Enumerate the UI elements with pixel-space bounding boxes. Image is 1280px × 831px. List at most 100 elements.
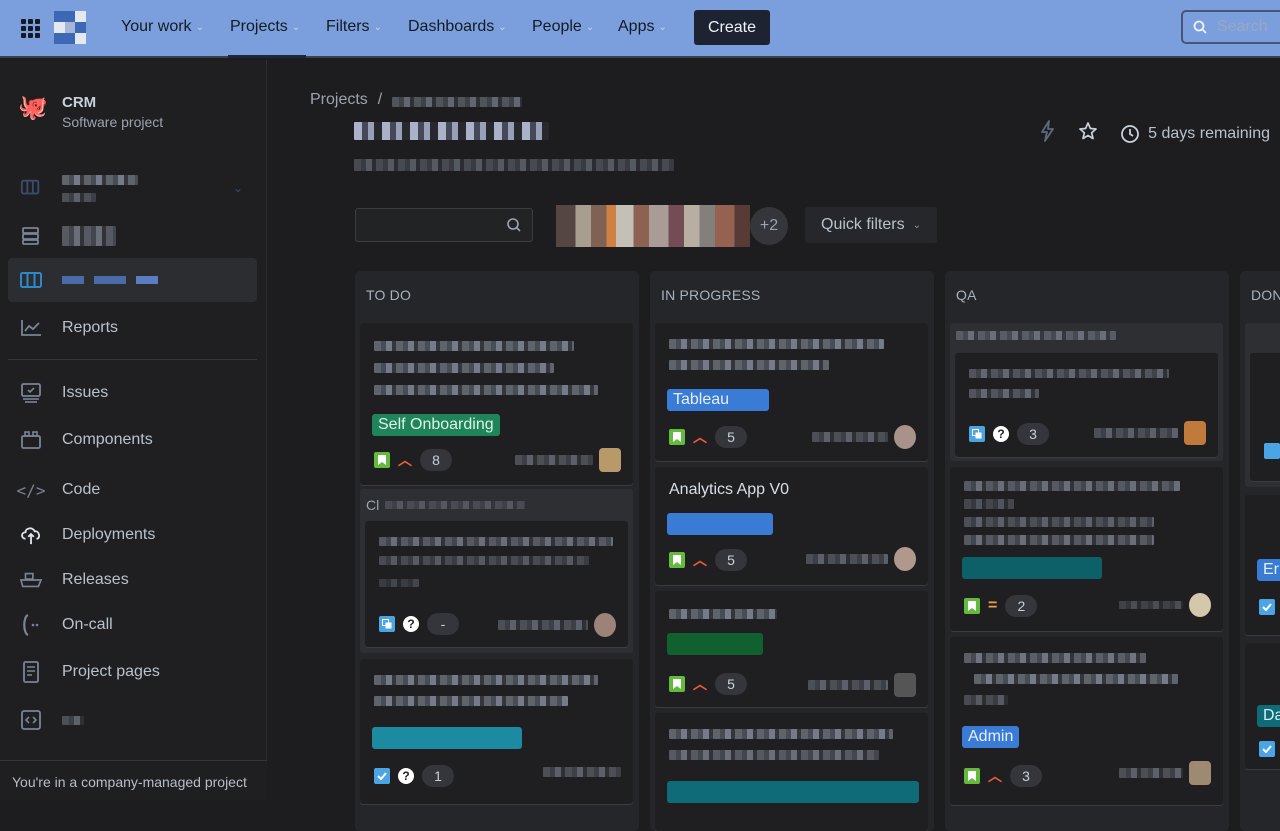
sidebar-item-components[interactable]: Components <box>8 418 257 462</box>
assignee-avatar[interactable] <box>599 448 621 472</box>
card-meta <box>1119 761 1211 785</box>
breadcrumb: Projects / <box>310 91 523 109</box>
nav-filters[interactable]: Filters ⌄ <box>326 18 382 36</box>
issue-card[interactable]: = 2 <box>950 467 1223 631</box>
assignee-avatar[interactable] <box>894 547 916 571</box>
subtask-card[interactable] <box>1250 353 1280 481</box>
issue-card[interactable]: Analytics App V0 ︿ 5 <box>655 467 928 585</box>
parent-issue-title[interactable]: Cl <box>366 497 526 513</box>
issue-card[interactable]: Self Onboarding ︿ 8 <box>360 323 633 485</box>
nav-your-work[interactable]: Your work ⌄ <box>121 18 204 36</box>
question-status-icon: ? <box>398 768 414 784</box>
issue-card[interactable]: Admin ︿ 3 <box>950 637 1223 805</box>
issue-card[interactable]: ? 1 <box>360 659 633 804</box>
active-board-label-redacted <box>62 276 158 284</box>
project-avatar: 🐙 <box>18 94 48 121</box>
more-assignees-button[interactable]: +2 <box>750 207 788 245</box>
sidebar-label: Deployments <box>62 526 156 543</box>
breadcrumb-projects[interactable]: Projects <box>310 91 368 109</box>
sidebar-item-on-call[interactable]: On-call <box>8 603 257 647</box>
assignee-avatar[interactable] <box>594 613 616 637</box>
create-button[interactable]: Create <box>694 10 770 45</box>
assignee-avatar[interactable] <box>1184 421 1206 445</box>
column-in-progress: IN PROGRESS Tableau ︿ 5 Analytics App V0… <box>650 271 934 831</box>
nav-people[interactable]: People ⌄ <box>532 18 594 36</box>
story-icon <box>374 452 390 468</box>
label-redacted[interactable] <box>667 513 773 535</box>
sidebar-item-active-board[interactable] <box>8 258 257 302</box>
site-logo[interactable] <box>54 11 86 44</box>
quick-filters-button[interactable]: Quick filters ⌄ <box>805 207 937 243</box>
top-navigation: Your work ⌄ Projects ⌄ Filters ⌄ Dashboards… <box>0 0 1280 58</box>
label-redacted[interactable] <box>962 557 1102 579</box>
card-summary-redacted <box>964 653 1178 705</box>
project-type-notice[interactable]: You're in a company-managed project <box>0 760 267 800</box>
project-header[interactable]: 🐙 CRM Software project <box>18 94 163 130</box>
project-type: Software project <box>62 114 164 130</box>
nav-dashboards[interactable]: Dashboards ⌄ <box>408 18 507 36</box>
assignee-avatar[interactable] <box>1189 761 1211 785</box>
story-icon <box>669 552 685 568</box>
sidebar-item-reports[interactable]: Reports <box>8 306 257 350</box>
nav-apps[interactable]: Apps ⌄ <box>618 18 667 36</box>
breadcrumb-separator: / <box>377 91 383 108</box>
priority-high-icon: ︿ <box>693 676 707 692</box>
sidebar-item-project-pages[interactable]: Project pages <box>8 650 257 694</box>
issue-card[interactable] <box>655 713 928 831</box>
automation-icon[interactable] <box>1038 120 1056 147</box>
epic-label[interactable]: Self Onboarding <box>372 414 500 436</box>
card-meta <box>806 547 916 571</box>
breadcrumb-project-redacted[interactable] <box>392 97 523 107</box>
story-icon <box>669 676 685 692</box>
issue-card[interactable]: Er <box>1245 495 1280 635</box>
sidebar-item-deployments[interactable]: Deployments <box>8 513 257 557</box>
epic-label[interactable]: Tableau <box>667 389 769 411</box>
global-search-input[interactable]: Search <box>1181 10 1280 44</box>
search-icon <box>1193 20 1207 34</box>
card-summary-redacted <box>374 341 598 395</box>
sidebar-item-app-redacted[interactable] <box>8 698 257 742</box>
task-checkbox-icon <box>374 768 390 784</box>
story-icon <box>964 768 980 784</box>
sidebar-label: Releases <box>62 571 129 588</box>
label-redacted[interactable] <box>667 633 763 655</box>
story-icon <box>669 429 685 445</box>
ship-icon <box>20 569 42 591</box>
story-icon <box>964 598 980 614</box>
card-meta <box>812 425 916 449</box>
epic-label[interactable]: Admin <box>962 726 1020 748</box>
task-checkbox-icon <box>1259 599 1275 615</box>
sidebar-item-issues[interactable]: Issues <box>8 371 257 415</box>
sidebar-item-releases[interactable]: Releases <box>8 558 257 602</box>
issue-card[interactable]: ︿ 5 <box>655 591 928 707</box>
app-switcher-icon[interactable] <box>21 19 41 38</box>
sidebar-item-code[interactable]: </> Code <box>8 468 257 512</box>
story-points: 5 <box>715 426 747 448</box>
sidebar-label: Code <box>62 481 101 498</box>
subtask-card[interactable]: ? 3 <box>955 353 1218 457</box>
epic-label[interactable]: Da <box>1257 705 1280 727</box>
subtask-icon <box>969 426 985 442</box>
board-search-input[interactable] <box>355 208 533 242</box>
card-meta <box>1119 593 1211 617</box>
assignee-avatar[interactable] <box>894 425 916 449</box>
priority-high-icon: ︿ <box>988 768 1002 784</box>
column-title: IN PROGRESS <box>661 287 761 303</box>
nav-projects[interactable]: Projects ⌄ <box>230 18 300 36</box>
parent-issue-title[interactable] <box>956 331 1116 340</box>
column-title: QA <box>956 287 977 303</box>
subtask-icon <box>1264 443 1280 459</box>
assignee-avatar[interactable] <box>1189 593 1211 617</box>
assignee-avatar[interactable] <box>894 673 916 697</box>
components-icon <box>20 429 42 451</box>
label-redacted[interactable] <box>372 727 522 749</box>
subtask-card[interactable]: ? - <box>365 521 628 647</box>
issue-card[interactable]: Da <box>1245 643 1280 769</box>
sidebar-label: Reports <box>62 319 119 336</box>
assignee-avatar-filter-redacted[interactable] <box>556 205 750 247</box>
issue-card[interactable]: Tableau ︿ 5 <box>655 323 928 461</box>
epic-label[interactable]: Er <box>1257 559 1280 581</box>
sidebar-board-switcher[interactable]: ⌄ <box>8 162 257 214</box>
star-icon[interactable] <box>1078 121 1098 146</box>
sidebar-item-backlog[interactable] <box>8 214 257 258</box>
